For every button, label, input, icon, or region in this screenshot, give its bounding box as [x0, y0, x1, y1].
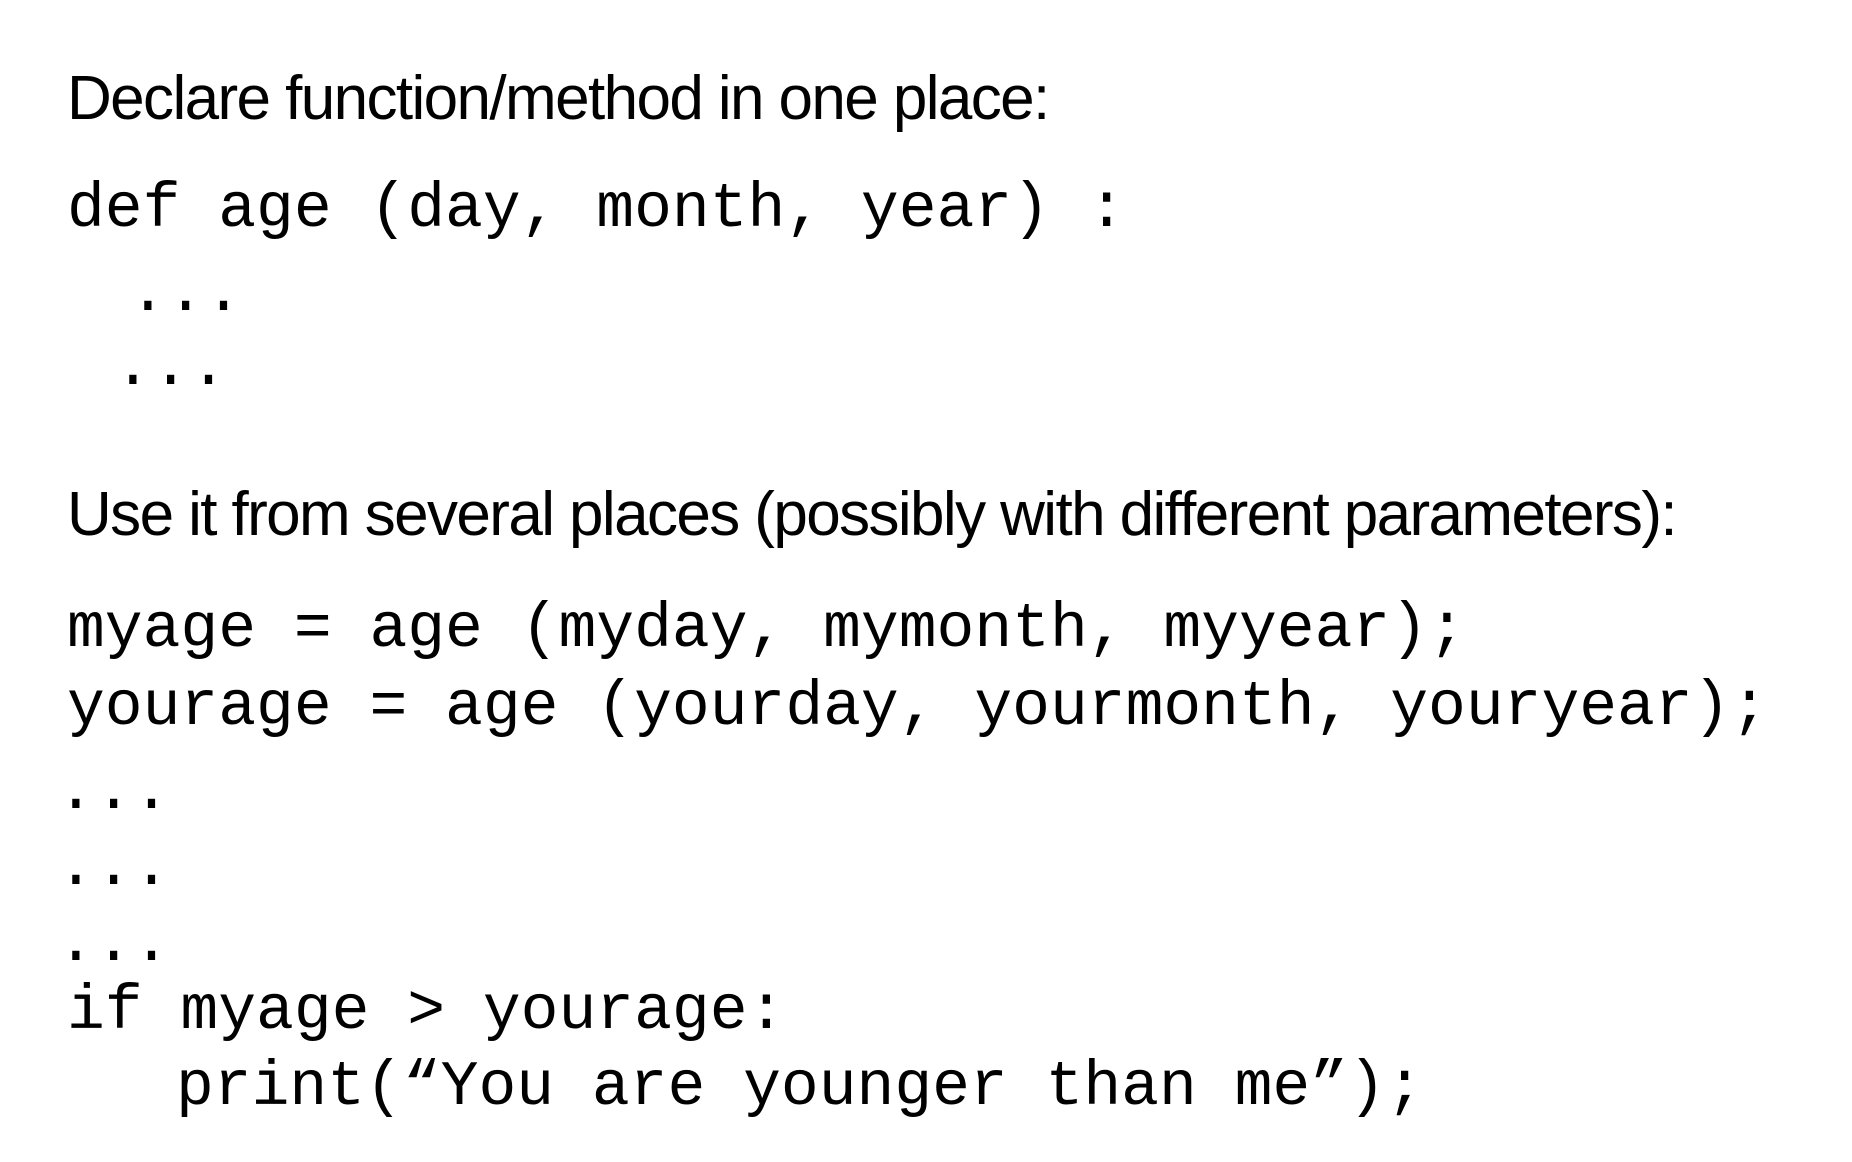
code-line-if: if myage > yourage: [67, 976, 786, 1047]
code-line-def: def age (day, month, year) : [67, 174, 1126, 245]
use-heading: Use it from several places (possibly wit… [67, 480, 1678, 549]
code-line-ellipsis: ... [57, 756, 171, 827]
slide: Declare function/method in one place: de… [0, 0, 1852, 1162]
code-line-ellipsis: ... [114, 332, 228, 403]
code-line-ellipsis: ... [129, 258, 243, 329]
declare-heading: Declare function/method in one place: [67, 64, 1050, 133]
code-line-ellipsis: ... [57, 908, 171, 979]
code-line-print: print(“You are younger than me”); [176, 1052, 1424, 1123]
code-line-myage: myage = age (myday, mymonth, myyear); [67, 594, 1466, 665]
code-line-ellipsis: ... [57, 832, 171, 903]
code-line-yourage: yourage = age (yourday, yourmonth, youry… [67, 672, 1769, 743]
